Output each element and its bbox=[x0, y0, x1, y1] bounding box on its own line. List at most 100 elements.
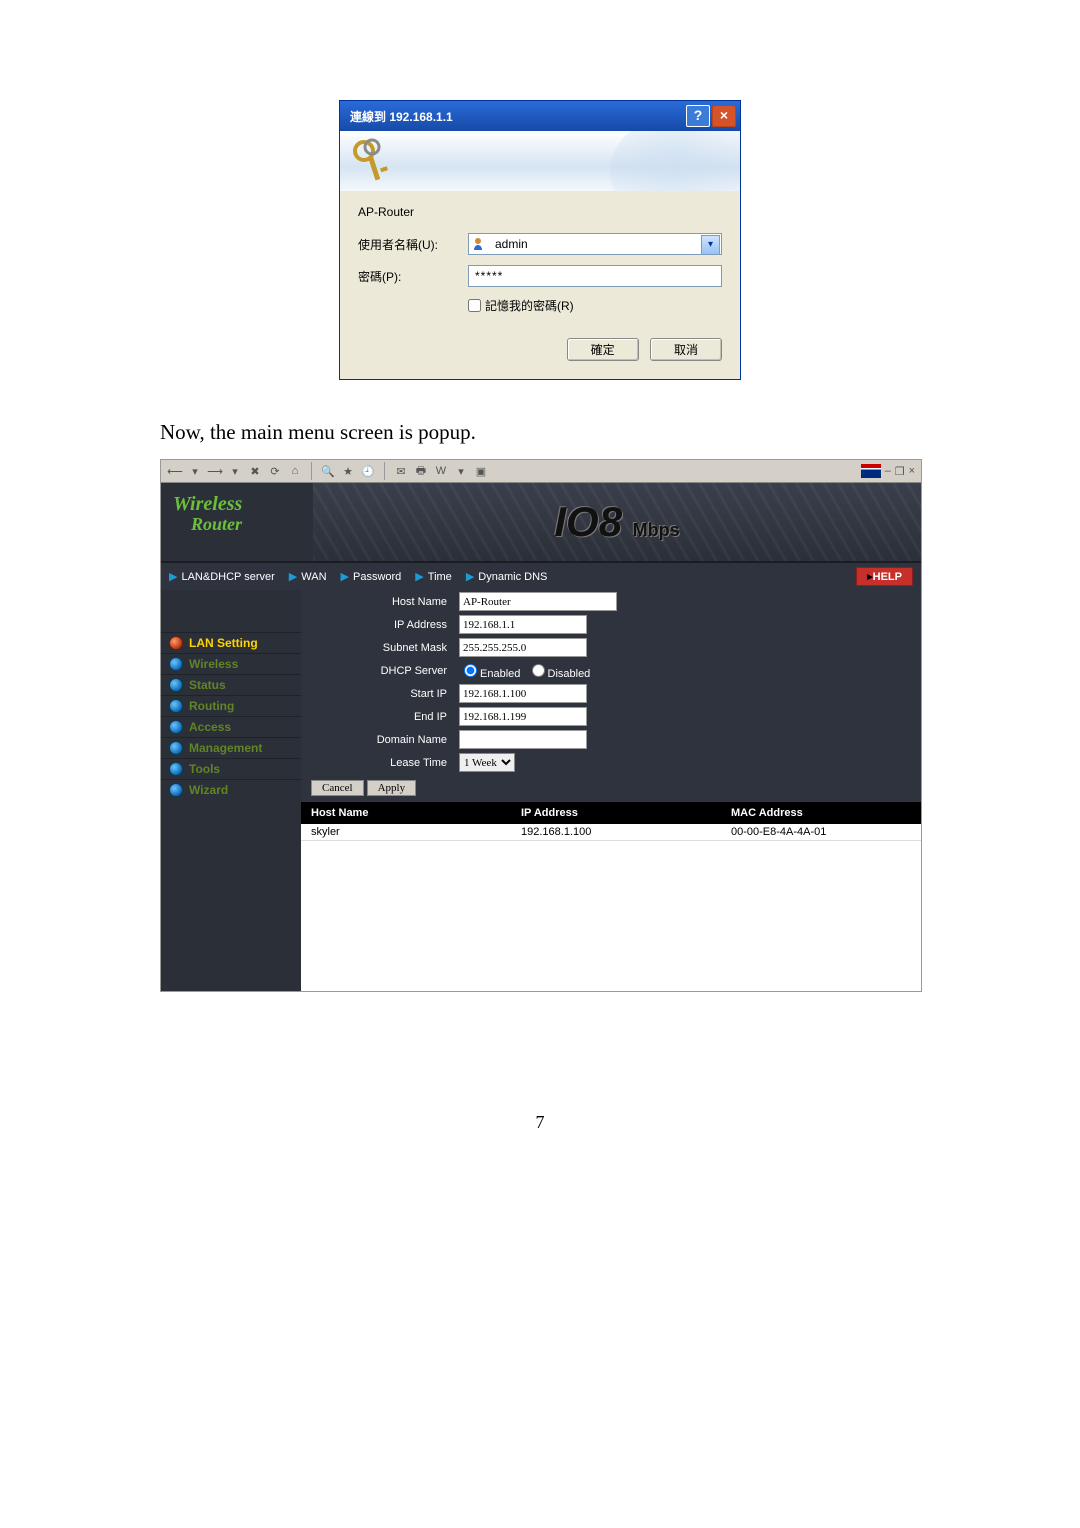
sidebar-item-tools[interactable]: Tools bbox=[161, 758, 301, 779]
cancel-button[interactable]: Cancel bbox=[311, 780, 364, 796]
end-ip-label: End IP bbox=[301, 705, 453, 728]
sidebar-item-label: Management bbox=[189, 741, 262, 755]
help-button[interactable]: ▸HELP bbox=[856, 567, 913, 586]
username-label: 使用者名稱(U): bbox=[358, 236, 468, 253]
dialog-titlebar[interactable]: 連線到 192.168.1.1 ? × bbox=[340, 101, 740, 131]
sidebar-item-label: Wizard bbox=[189, 783, 228, 797]
sidebar-item-label: Access bbox=[189, 720, 231, 734]
start-ip-label: Start IP bbox=[301, 682, 453, 705]
crumb-password[interactable]: Password bbox=[353, 571, 401, 583]
caption-text: Now, the main menu screen is popup. bbox=[160, 420, 920, 445]
main-content: Host Name IP Address Subnet Mask DHCP Se… bbox=[301, 590, 921, 991]
remember-checkbox[interactable] bbox=[468, 299, 481, 312]
close-icon[interactable]: × bbox=[712, 105, 736, 127]
host-name-input[interactable] bbox=[459, 592, 617, 611]
start-ip-input[interactable] bbox=[459, 684, 587, 703]
dialog-banner bbox=[340, 131, 740, 191]
dhcp-disabled-radio[interactable] bbox=[532, 664, 545, 677]
search-icon[interactable]: 🔍 bbox=[320, 463, 336, 479]
bullet-icon bbox=[169, 636, 183, 650]
table-row: skyler 192.168.1.100 00-00-E8-4A-4A-01 bbox=[301, 824, 921, 840]
breadcrumb: ▶LAN&DHCP server ▶WAN ▶Password ▶Time ▶D… bbox=[161, 563, 921, 590]
domain-name-input[interactable] bbox=[459, 730, 587, 749]
auth-dialog: 連線到 192.168.1.1 ? × AP-Router 使用者名稱(U): bbox=[339, 100, 741, 380]
bullet-icon bbox=[169, 720, 183, 734]
router-logo: Wireless Router bbox=[161, 483, 313, 561]
speed-label: IO8 Mbps bbox=[554, 498, 679, 546]
bullet-icon bbox=[169, 699, 183, 713]
crumb-lan[interactable]: LAN&DHCP server bbox=[181, 571, 274, 583]
sidebar-item-management[interactable]: Management bbox=[161, 737, 301, 758]
chevron-down-icon[interactable]: ▾ bbox=[227, 463, 243, 479]
refresh-icon[interactable]: ⟳ bbox=[267, 463, 283, 479]
browser-toolbar: ⟵ ▾ ⟶ ▾ ✖ ⟳ ⌂ 🔍 ★ 🕘 ✉ 🖶 W ▾ ▣ – ❐ × bbox=[161, 460, 921, 483]
help-icon[interactable]: ? bbox=[686, 105, 710, 127]
discuss-icon[interactable]: ▣ bbox=[473, 463, 489, 479]
stop-icon[interactable]: ✖ bbox=[247, 463, 263, 479]
crumb-time[interactable]: Time bbox=[428, 571, 452, 583]
flag-icon bbox=[861, 464, 881, 478]
mail-icon[interactable]: ✉ bbox=[393, 463, 409, 479]
ok-button[interactable]: 確定 bbox=[567, 338, 639, 361]
router-admin-screenshot: ⟵ ▾ ⟶ ▾ ✖ ⟳ ⌂ 🔍 ★ 🕘 ✉ 🖶 W ▾ ▣ – ❐ × bbox=[160, 459, 922, 992]
bullet-icon bbox=[169, 678, 183, 692]
cell-ip: 192.168.1.100 bbox=[511, 824, 721, 840]
lease-time-label: Lease Time bbox=[301, 751, 453, 774]
sidebar-item-status[interactable]: Status bbox=[161, 674, 301, 695]
crumb-ddns[interactable]: Dynamic DNS bbox=[478, 571, 547, 583]
crumb-wan[interactable]: WAN bbox=[301, 571, 326, 583]
dhcp-disabled-label: Disabled bbox=[548, 668, 591, 680]
chevron-down-icon[interactable]: ▾ bbox=[453, 463, 469, 479]
edit-icon[interactable]: W bbox=[433, 463, 449, 479]
ip-address-input[interactable] bbox=[459, 615, 587, 634]
close-icon[interactable]: × bbox=[909, 465, 915, 477]
remember-label: 記憶我的密碼(R) bbox=[485, 297, 574, 314]
dhcp-enabled-radio[interactable] bbox=[464, 664, 477, 677]
bullet-icon bbox=[169, 657, 183, 671]
page-number: 7 bbox=[160, 1112, 920, 1133]
bullet-icon bbox=[169, 762, 183, 776]
chevron-down-icon[interactable]: ▾ bbox=[187, 463, 203, 479]
keys-icon bbox=[350, 137, 390, 185]
chevron-down-icon[interactable]: ▾ bbox=[701, 235, 720, 255]
forward-icon[interactable]: ⟶ bbox=[207, 463, 223, 479]
history-icon[interactable]: 🕘 bbox=[360, 463, 376, 479]
domain-name-label: Domain Name bbox=[301, 728, 453, 751]
home-icon[interactable]: ⌂ bbox=[287, 463, 303, 479]
restore-icon[interactable]: ❐ bbox=[895, 465, 905, 478]
cancel-button[interactable]: 取消 bbox=[650, 338, 722, 361]
sidebar-item-wizard[interactable]: Wizard bbox=[161, 779, 301, 800]
client-table-header: Host Name IP Address MAC Address bbox=[301, 802, 921, 824]
sidebar-item-access[interactable]: Access bbox=[161, 716, 301, 737]
logo-line2: Router bbox=[173, 515, 313, 535]
col-host-name: Host Name bbox=[301, 805, 511, 821]
realm-label: AP-Router bbox=[358, 205, 722, 219]
col-mac-address: MAC Address bbox=[721, 805, 921, 821]
lease-time-select[interactable]: 1 Week bbox=[459, 753, 515, 772]
password-input[interactable] bbox=[468, 265, 722, 287]
back-icon[interactable]: ⟵ bbox=[167, 463, 183, 479]
cell-mac: 00-00-E8-4A-4A-01 bbox=[721, 824, 921, 840]
print-icon[interactable]: 🖶 bbox=[413, 463, 429, 479]
sidebar-item-label: LAN Setting bbox=[189, 636, 258, 650]
minimize-icon[interactable]: – bbox=[885, 465, 891, 477]
bullet-icon bbox=[169, 741, 183, 755]
logo-line1: Wireless bbox=[173, 493, 313, 515]
dialog-title: 連線到 192.168.1.1 bbox=[350, 108, 684, 125]
user-key-icon bbox=[472, 236, 488, 252]
favorites-icon[interactable]: ★ bbox=[340, 463, 356, 479]
sidebar-item-routing[interactable]: Routing bbox=[161, 695, 301, 716]
sidebar-item-label: Status bbox=[189, 678, 226, 692]
apply-button[interactable]: Apply bbox=[367, 780, 417, 796]
sidebar-item-wireless[interactable]: Wireless bbox=[161, 653, 301, 674]
sidebar-item-lan-setting[interactable]: LAN Setting bbox=[161, 632, 301, 653]
username-input[interactable] bbox=[468, 233, 722, 255]
sidebar-item-label: Wireless bbox=[189, 657, 238, 671]
subnet-mask-input[interactable] bbox=[459, 638, 587, 657]
sidebar-item-label: Tools bbox=[189, 762, 220, 776]
sidebar: LAN Setting Wireless Status Routing Acce… bbox=[161, 590, 301, 991]
end-ip-input[interactable] bbox=[459, 707, 587, 726]
cell-host: skyler bbox=[301, 824, 511, 840]
bullet-icon bbox=[169, 783, 183, 797]
ip-address-label: IP Address bbox=[301, 613, 453, 636]
